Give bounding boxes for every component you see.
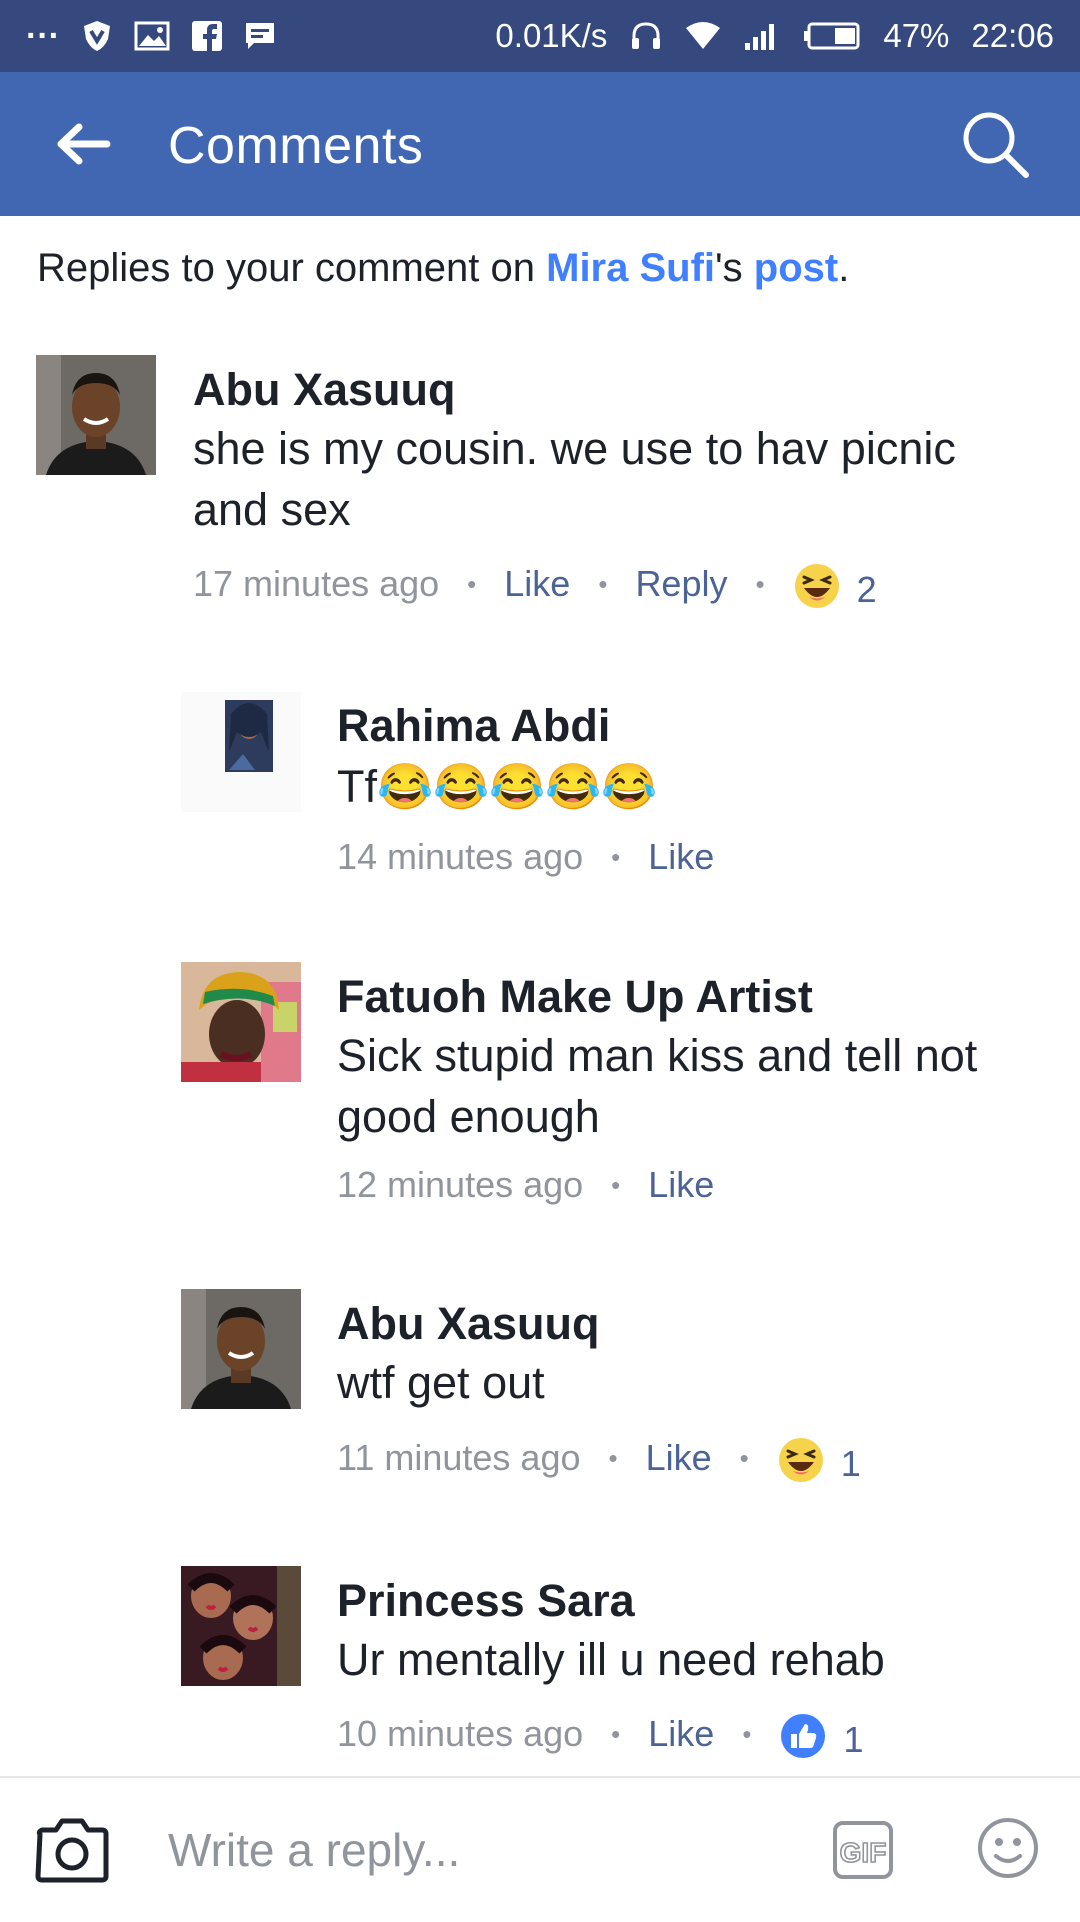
comment-author[interactable]: Abu Xasuuq <box>337 1298 600 1350</box>
separator-dot: • <box>755 568 765 599</box>
avatar[interactable] <box>181 962 301 1082</box>
gallery-icon <box>134 21 170 51</box>
reply-input[interactable] <box>168 1820 788 1880</box>
gif-button[interactable]: GIF <box>832 1820 894 1880</box>
separator-dot: • <box>742 1718 752 1749</box>
separator-dot: • <box>598 568 608 599</box>
comment-time: 17 minutes ago <box>193 563 440 604</box>
emoji-button[interactable] <box>976 1816 1040 1880</box>
back-arrow-icon <box>57 123 111 165</box>
more-notifications-icon: ··· <box>26 16 60 55</box>
shield-icon <box>82 19 112 53</box>
message-icon <box>244 21 276 51</box>
gif-label: GIF <box>840 1837 887 1868</box>
like-button[interactable]: Like <box>648 1164 714 1206</box>
network-speed: 0.01K/s <box>495 17 608 54</box>
post-owner-link[interactable]: Mira Sufi <box>546 246 715 290</box>
separator-dot: • <box>467 568 477 599</box>
clock: 22:06 <box>971 17 1054 54</box>
post-link[interactable]: post <box>754 246 838 290</box>
comment-meta: 12 minutes ago • Like <box>337 1164 714 1206</box>
like-reaction-icon[interactable] <box>779 1712 827 1760</box>
haha-reaction-icon[interactable] <box>793 562 841 610</box>
comment-meta: 17 minutes ago • Like • Reply • 2 <box>193 560 877 611</box>
separator-dot: • <box>739 1442 749 1473</box>
comment-time: 11 minutes ago <box>337 1437 581 1478</box>
comment-meta: 11 minutes ago • Like • 1 <box>337 1434 861 1485</box>
comment-time: 12 minutes ago <box>337 1164 584 1205</box>
comment-author[interactable]: Abu Xasuuq <box>193 364 456 416</box>
context-suffix: . <box>838 246 850 290</box>
like-button[interactable]: Like <box>648 1713 714 1755</box>
haha-reaction-icon[interactable] <box>777 1436 825 1484</box>
reply-context: Replies to your comment on Mira Sufi's p… <box>37 246 849 291</box>
separator-dot: • <box>608 1442 618 1473</box>
facebook-icon <box>191 21 222 51</box>
comment-time: 10 minutes ago <box>337 1713 584 1754</box>
avatar[interactable] <box>181 1289 301 1409</box>
comment-meta: 14 minutes ago • Like <box>337 836 714 878</box>
status-bar: ··· 0.01K/s 47% 22:06 <box>0 0 1080 72</box>
battery-percent: 47% <box>883 17 950 54</box>
comment-text: Ur mentally ill u need rehab <box>337 1634 885 1685</box>
battery-icon <box>803 21 861 51</box>
avatar[interactable] <box>181 692 301 812</box>
avatar[interactable] <box>36 355 156 475</box>
separator-dot: • <box>611 1718 621 1749</box>
context-possessive: 's <box>715 246 754 290</box>
like-button[interactable]: Like <box>504 563 570 605</box>
search-button[interactable] <box>955 104 1035 184</box>
comment-text: wtf get out <box>337 1357 545 1408</box>
comment-author[interactable]: Rahima Abdi <box>337 700 610 752</box>
camera-button[interactable] <box>34 1816 110 1884</box>
comment-text: Tf😂😂😂😂😂 <box>337 761 658 812</box>
reaction-count[interactable]: 2 <box>857 569 877 611</box>
like-button[interactable]: Like <box>648 836 714 878</box>
comment-text: Sick stupid man kiss and tell not good e… <box>337 1030 978 1142</box>
camera-icon <box>35 1818 109 1883</box>
comment-text: she is my cousin. we use to hav picnic a… <box>193 423 956 535</box>
app-bar: Comments <box>0 72 1080 216</box>
avatar[interactable] <box>181 1566 301 1686</box>
back-button[interactable] <box>52 114 116 174</box>
reaction-count[interactable]: 1 <box>843 1719 863 1761</box>
comment-author[interactable]: Fatuoh Make Up Artist <box>337 971 813 1023</box>
wifi-icon <box>685 21 721 51</box>
signal-icon <box>743 21 781 51</box>
comment-meta: 10 minutes ago • Like • 1 <box>337 1710 863 1761</box>
reply-composer: GIF <box>0 1776 1080 1922</box>
separator-dot: • <box>611 841 621 872</box>
like-button[interactable]: Like <box>646 1437 712 1479</box>
headset-icon <box>629 19 663 53</box>
reply-button[interactable]: Reply <box>635 563 727 605</box>
page-title: Comments <box>168 117 424 175</box>
smiley-icon <box>978 1818 1038 1878</box>
comment-time: 14 minutes ago <box>337 836 584 877</box>
separator-dot: • <box>611 1169 621 1200</box>
context-prefix: Replies to your comment on <box>37 246 547 290</box>
reaction-count[interactable]: 1 <box>841 1443 861 1485</box>
comment-author[interactable]: Princess Sara <box>337 1575 635 1627</box>
search-icon <box>963 112 1029 178</box>
